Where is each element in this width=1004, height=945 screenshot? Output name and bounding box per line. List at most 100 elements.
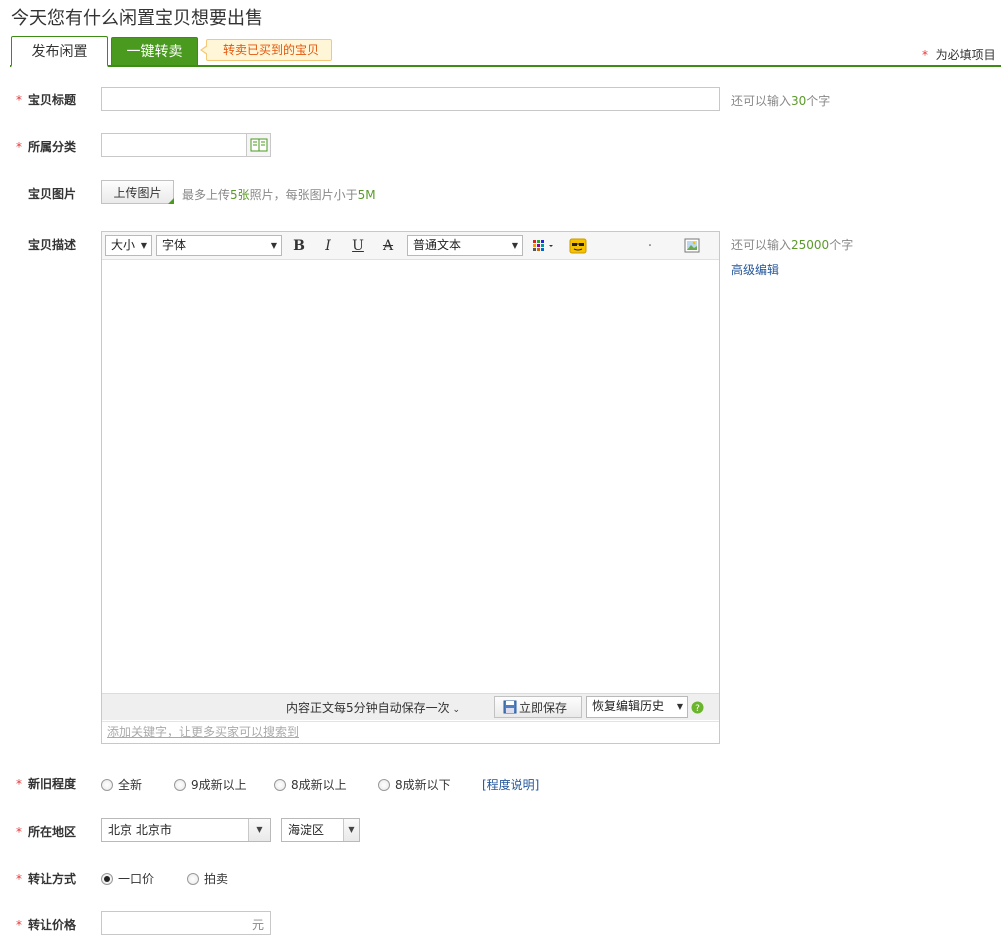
radio-button[interactable]: [187, 873, 199, 885]
description-label-text: 宝贝描述: [28, 238, 77, 252]
city-value: 北京 北京市: [108, 823, 172, 837]
color-grid-icon: [533, 240, 553, 251]
emoticon-button[interactable]: [568, 236, 588, 256]
transfer-option-auction[interactable]: 拍卖: [187, 870, 228, 887]
save-now-label: 立即保存: [519, 700, 568, 715]
bold-button[interactable]: B: [289, 236, 309, 256]
condition-help-link[interactable]: [程度说明]: [482, 776, 539, 793]
font-family-select[interactable]: 字体 ▼: [156, 235, 282, 256]
font-size-label: 大小: [111, 238, 136, 252]
italic-button[interactable]: I: [318, 236, 338, 256]
keywords-input[interactable]: 添加关键字，让更多买家可以搜索到: [102, 721, 719, 743]
chevron-down-icon: ▼: [248, 819, 270, 841]
condition-label: * 新旧程度: [16, 775, 96, 792]
images-hint-a: 最多上传: [182, 188, 231, 202]
strikethrough-button[interactable]: A: [378, 236, 398, 256]
transfer-label: * 转让方式: [16, 870, 96, 887]
condition-option-label: 8成新以下: [395, 778, 451, 792]
transfer-option-label: 一口价: [118, 872, 155, 886]
color-grid-button[interactable]: [530, 236, 558, 256]
chevron-down-icon: ▼: [343, 819, 359, 841]
district-value: 海淀区: [288, 823, 325, 837]
location-label: * 所在地区: [16, 823, 96, 840]
images-label-text: 宝贝图片: [28, 187, 77, 201]
tab-publish-idle[interactable]: 发布闲置: [11, 36, 108, 67]
sunglasses-smiley-icon: [569, 238, 587, 254]
title-input[interactable]: [101, 87, 720, 111]
upload-image-button[interactable]: 上传图片: [101, 180, 174, 204]
required-star: *: [16, 825, 22, 839]
insert-image-button[interactable]: [682, 236, 702, 256]
required-note: * 为必填项目: [922, 46, 996, 63]
restore-history-select[interactable]: 恢复编辑历史 ▼: [586, 696, 688, 718]
required-star: *: [16, 140, 22, 154]
hint-num: 25000: [791, 238, 830, 252]
condition-option-label: 9成新以上: [191, 778, 247, 792]
tab-one-click-resell[interactable]: 一键转卖: [111, 37, 198, 66]
radio-button[interactable]: [101, 873, 113, 885]
category-label: * 所属分类: [16, 138, 96, 155]
radio-button[interactable]: [378, 779, 390, 791]
required-star: *: [16, 777, 22, 791]
images-hint-num1: 5张: [230, 188, 250, 202]
advanced-edit-link[interactable]: 高级编辑: [731, 261, 779, 278]
images-hint-b: 照片，每张图片小于: [249, 188, 358, 202]
chevron-down-icon: ▼: [676, 702, 683, 711]
title-label-text: 宝贝标题: [28, 93, 77, 107]
radio-button[interactable]: [101, 779, 113, 791]
hint-prefix: 还可以输入: [731, 238, 792, 252]
required-star: *: [16, 918, 22, 932]
images-hint-num2: 5M: [357, 188, 376, 202]
title-char-hint: 还可以输入30个字: [731, 92, 830, 109]
editor-toolbar: 大小 ▼ 字体 ▼ B I U A 普通文本 ▼ ·: [102, 232, 719, 260]
required-star: *: [922, 48, 928, 62]
chevron-down-icon: ⌄: [449, 705, 461, 715]
category-picker[interactable]: [101, 133, 271, 157]
chevron-down-icon: ▼: [140, 241, 147, 250]
editor-content-area[interactable]: [102, 261, 719, 693]
district-select[interactable]: 海淀区 ▼: [281, 818, 360, 842]
radio-button[interactable]: [274, 779, 286, 791]
font-size-select[interactable]: 大小 ▼: [105, 235, 152, 256]
required-note-text: 为必填项目: [935, 48, 996, 62]
save-now-button[interactable]: 立即保存: [494, 696, 582, 718]
price-unit: 元: [251, 918, 264, 932]
help-icon[interactable]: ?: [691, 701, 704, 714]
page-title: 今天您有什么闲置宝贝想要出售: [11, 8, 263, 29]
price-input[interactable]: 元: [101, 911, 271, 935]
hint-suffix: 个字: [806, 94, 831, 108]
category-book-icon[interactable]: [246, 134, 270, 156]
editor-footer: 内容正文每5分钟自动保存一次 ⌄ 立即保存 恢复编辑历史 ▼ ?: [102, 693, 719, 720]
hint-suffix: 个字: [829, 238, 854, 252]
radio-button[interactable]: [174, 779, 186, 791]
city-select[interactable]: 北京 北京市 ▼: [101, 818, 271, 842]
autosave-note-text: 内容正文每5分钟自动保存一次: [286, 701, 450, 715]
category-label-text: 所属分类: [28, 140, 77, 154]
images-label: 宝贝图片: [16, 185, 96, 202]
resell-purchased-link[interactable]: 转卖已买到的宝贝: [199, 39, 333, 61]
title-label: * 宝贝标题: [16, 91, 96, 108]
condition-option-80plus[interactable]: 8成新以上: [274, 776, 347, 793]
underline-button[interactable]: U: [348, 236, 368, 256]
transfer-label-text: 转让方式: [28, 872, 77, 886]
chevron-down-icon: ▼: [511, 241, 518, 250]
condition-option-90[interactable]: 9成新以上: [174, 776, 247, 793]
required-star: *: [16, 872, 22, 886]
transfer-option-fixed-price[interactable]: 一口价: [101, 870, 154, 887]
floppy-disk-icon: [503, 700, 517, 714]
rich-text-editor: 大小 ▼ 字体 ▼ B I U A 普通文本 ▼ · 内容正文每5分钟自动保存一次 ⌄…: [101, 231, 720, 744]
transfer-option-label: 拍卖: [204, 872, 229, 886]
upload-corner-mark: [168, 198, 174, 204]
required-star: *: [16, 93, 22, 107]
condition-label-text: 新旧程度: [28, 777, 77, 791]
chevron-down-icon: ▼: [270, 241, 277, 250]
autosave-note: 内容正文每5分钟自动保存一次 ⌄: [286, 699, 460, 716]
hint-num: 30: [791, 94, 807, 108]
price-label-text: 转让价格: [28, 918, 77, 932]
condition-option-80minus[interactable]: 8成新以下: [378, 776, 451, 793]
condition-option-new[interactable]: 全新: [101, 776, 142, 793]
separator-dot: ·: [647, 238, 653, 254]
paragraph-format-label: 普通文本: [413, 238, 462, 252]
image-icon: [684, 238, 700, 253]
paragraph-format-select[interactable]: 普通文本 ▼: [407, 235, 523, 256]
